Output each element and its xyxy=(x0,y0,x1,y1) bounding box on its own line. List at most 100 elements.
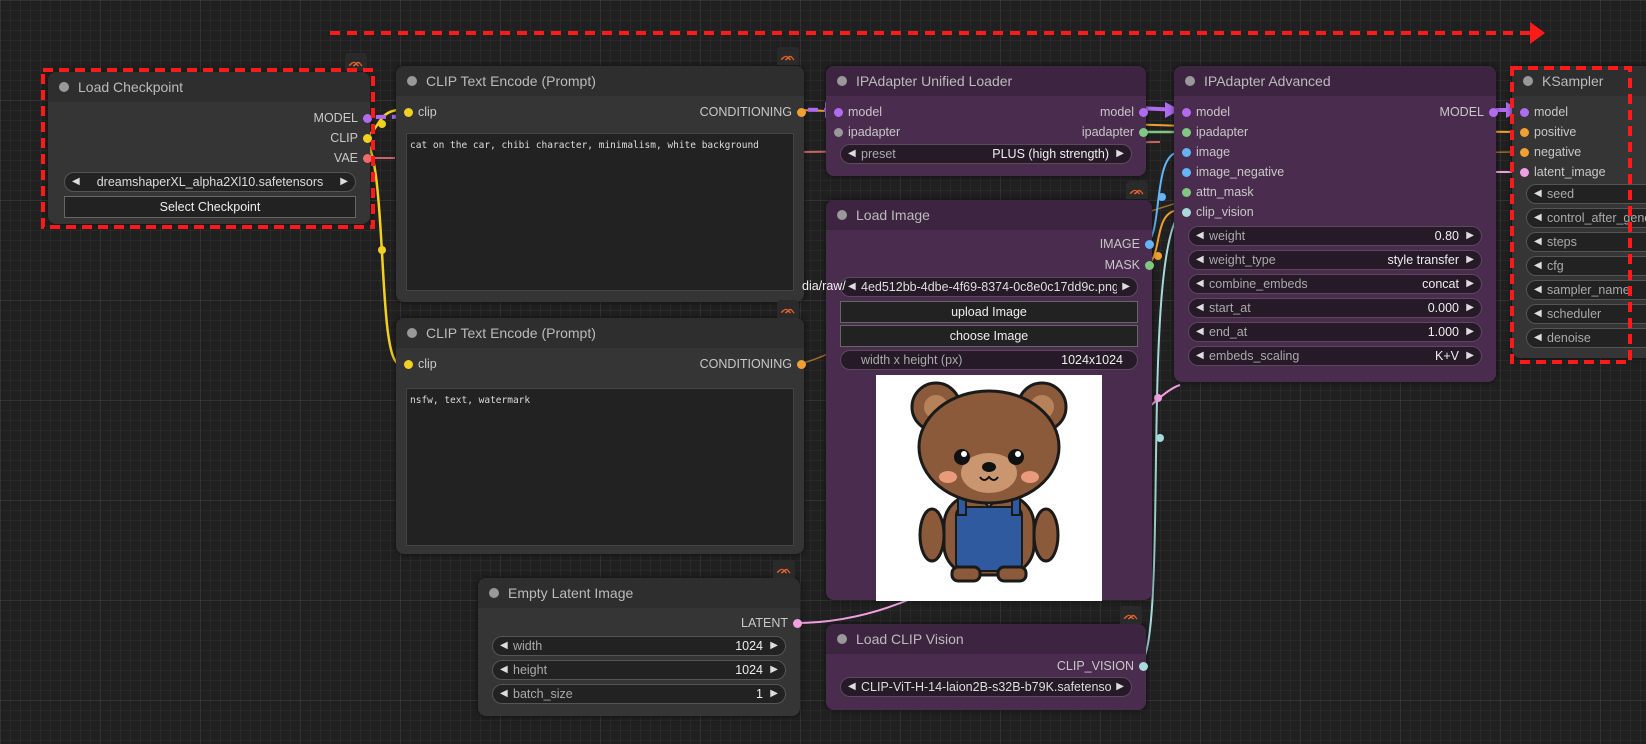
arrow-left-icon[interactable]: ◀ xyxy=(848,678,856,696)
input-negative[interactable]: negative xyxy=(1520,144,1581,160)
output-clip[interactable]: CLIP xyxy=(270,130,372,146)
arrow-right-icon[interactable]: ▶ xyxy=(340,173,348,191)
latent-pin-icon[interactable] xyxy=(793,619,802,628)
arrow-left-icon[interactable]: ◀ xyxy=(1196,347,1204,365)
collapse-dot-icon[interactable] xyxy=(407,76,417,86)
node-title[interactable]: KSampler xyxy=(1512,66,1646,96)
weight-type-widget[interactable]: ◀ weight_type style transfer ▶ xyxy=(1188,250,1482,270)
arrow-left-icon[interactable]: ◀ xyxy=(1534,185,1542,203)
arrow-left-icon[interactable]: ◀ xyxy=(1196,227,1204,245)
image-select[interactable]: ◀ 4ed512bb-4dbe-4f69-8374-0c8e0c17dd9c.pn… xyxy=(840,277,1138,297)
end-at-widget[interactable]: ◀ end_at 1.000 ▶ xyxy=(1188,322,1482,342)
steps-widget[interactable]: ◀ steps xyxy=(1526,232,1646,252)
clip-name-select[interactable]: ◀ CLIP-ViT-H-14-laion2B-s32B-b79K.safeten… xyxy=(840,677,1132,697)
input-clip-vision[interactable]: clip_vision xyxy=(1182,204,1254,220)
arrow-left-icon[interactable]: ◀ xyxy=(1534,329,1542,347)
model-pin-icon[interactable] xyxy=(363,114,372,123)
node-load-checkpoint[interactable]: Load Checkpoint MODEL CLIP VAE ◀ dreamsh… xyxy=(48,72,372,224)
model-pin-icon[interactable] xyxy=(1489,108,1498,117)
cfg-widget[interactable]: ◀ cfg xyxy=(1526,256,1646,276)
arrow-right-icon[interactable]: ▶ xyxy=(1122,278,1130,296)
model-pin-icon[interactable] xyxy=(1182,108,1191,117)
output-model[interactable]: MODEL xyxy=(270,110,372,126)
output-image[interactable]: IMAGE xyxy=(1052,236,1154,252)
arrow-right-icon[interactable]: ▶ xyxy=(1466,299,1474,317)
preset-select[interactable]: ◀ preset PLUS (high strength) ▶ xyxy=(840,144,1132,164)
choose-image-button[interactable]: choose Image xyxy=(840,325,1138,347)
input-image-negative[interactable]: image_negative xyxy=(1182,164,1284,180)
collapse-dot-icon[interactable] xyxy=(837,76,847,86)
arrow-left-icon[interactable]: ◀ xyxy=(72,173,80,191)
select-checkpoint-button[interactable]: Select Checkpoint xyxy=(64,196,356,218)
clip-pin-icon[interactable] xyxy=(404,108,413,117)
arrow-left-icon[interactable]: ◀ xyxy=(1534,281,1542,299)
output-vae[interactable]: VAE xyxy=(270,150,372,166)
input-latent-image[interactable]: latent_image xyxy=(1520,164,1606,180)
model-pin-icon[interactable] xyxy=(1520,108,1529,117)
clip-pin-icon[interactable] xyxy=(363,134,372,143)
clip-vision-pin-icon[interactable] xyxy=(1139,662,1148,671)
combine-embeds-widget[interactable]: ◀ combine_embeds concat ▶ xyxy=(1188,274,1482,294)
height-widget[interactable]: ◀ height 1024 ▶ xyxy=(492,660,786,680)
arrow-right-icon[interactable]: ▶ xyxy=(1466,227,1474,245)
arrow-right-icon[interactable]: ▶ xyxy=(1116,678,1124,696)
input-model[interactable]: model xyxy=(834,104,882,120)
collapse-dot-icon[interactable] xyxy=(1523,76,1533,86)
conditioning-pin-icon[interactable] xyxy=(797,360,806,369)
vae-pin-icon[interactable] xyxy=(363,154,372,163)
arrow-right-icon[interactable]: ▶ xyxy=(1466,323,1474,341)
upload-image-button[interactable]: upload Image xyxy=(840,301,1138,323)
conditioning-pin-icon[interactable] xyxy=(1520,148,1529,157)
collapse-dot-icon[interactable] xyxy=(407,328,417,338)
output-conditioning[interactable]: CONDITIONING xyxy=(664,104,806,120)
start-at-widget[interactable]: ◀ start_at 0.000 ▶ xyxy=(1188,298,1482,318)
denoise-widget[interactable]: ◀ denoise xyxy=(1526,328,1646,348)
conditioning-pin-icon[interactable] xyxy=(1520,128,1529,137)
node-title[interactable]: CLIP Text Encode (Prompt) xyxy=(396,318,804,348)
node-empty-latent-image[interactable]: Empty Latent Image LATENT ◀ width 1024 ▶ ◀ h… xyxy=(478,578,802,716)
output-mask[interactable]: MASK xyxy=(1052,257,1154,273)
arrow-left-icon[interactable]: ◀ xyxy=(1196,275,1204,293)
width-widget[interactable]: ◀ width 1024 ▶ xyxy=(492,636,786,656)
conditioning-pin-icon[interactable] xyxy=(797,108,806,117)
node-title[interactable]: Load Image xyxy=(826,200,1152,230)
node-ipadapter-advanced[interactable]: IPAdapter Advanced model ipadapter image… xyxy=(1174,66,1498,382)
arrow-left-icon[interactable]: ◀ xyxy=(500,685,508,703)
input-positive[interactable]: positive xyxy=(1520,124,1576,140)
arrow-left-icon[interactable]: ◀ xyxy=(1196,323,1204,341)
ckpt-name-select[interactable]: ◀ dreamshaperXL_alpha2Xl10.safetensors ▶ xyxy=(64,172,356,192)
prompt-textarea[interactable]: cat on the car, chibi character, minimal… xyxy=(406,133,794,291)
embeds-scaling-widget[interactable]: ◀ embeds_scaling K+V ▶ xyxy=(1188,346,1482,366)
weight-widget[interactable]: ◀ weight 0.80 ▶ xyxy=(1188,226,1482,246)
ipadapter-pin-icon[interactable] xyxy=(1182,128,1191,137)
arrow-left-icon[interactable]: ◀ xyxy=(848,145,856,163)
output-latent[interactable]: LATENT xyxy=(700,615,802,631)
node-title[interactable]: IPAdapter Unified Loader xyxy=(826,66,1146,96)
arrow-left-icon[interactable]: ◀ xyxy=(1196,299,1204,317)
mask-pin-icon[interactable] xyxy=(1145,261,1154,270)
node-clip-text-encode-negative[interactable]: CLIP Text Encode (Prompt) clip CONDITION… xyxy=(396,318,806,554)
arrow-left-icon[interactable]: ◀ xyxy=(1534,209,1542,227)
input-ipadapter[interactable]: ipadapter xyxy=(834,124,900,140)
clip-pin-icon[interactable] xyxy=(404,360,413,369)
input-clip[interactable]: clip xyxy=(404,356,437,372)
sampler-name-widget[interactable]: ◀ sampler_name xyxy=(1526,280,1646,300)
node-load-image[interactable]: Load Image IMAGE MASK ◀ 4ed512bb-4dbe-4f6… xyxy=(802,200,1154,601)
output-model[interactable]: model xyxy=(1046,104,1148,120)
output-model[interactable]: MODEL xyxy=(1396,104,1498,120)
input-ipadapter[interactable]: ipadapter xyxy=(1182,124,1248,140)
collapse-dot-icon[interactable] xyxy=(837,634,847,644)
output-clip-vision[interactable]: CLIP_VISION xyxy=(1026,658,1148,674)
arrow-left-icon[interactable]: ◀ xyxy=(1534,233,1542,251)
node-title[interactable]: CLIP Text Encode (Prompt) xyxy=(396,66,804,96)
collapse-dot-icon[interactable] xyxy=(59,82,69,92)
arrow-right-icon[interactable]: ▶ xyxy=(1116,145,1124,163)
clip-vision-pin-icon[interactable] xyxy=(1182,208,1191,217)
arrow-right-icon[interactable]: ▶ xyxy=(770,661,778,679)
image-pin-icon[interactable] xyxy=(1182,148,1191,157)
input-attn-mask[interactable]: attn_mask xyxy=(1182,184,1254,200)
arrow-left-icon[interactable]: ◀ xyxy=(500,661,508,679)
node-title[interactable]: Load CLIP Vision xyxy=(826,624,1146,654)
prompt-textarea[interactable]: nsfw, text, watermark xyxy=(406,388,794,546)
input-image[interactable]: image xyxy=(1182,144,1230,160)
